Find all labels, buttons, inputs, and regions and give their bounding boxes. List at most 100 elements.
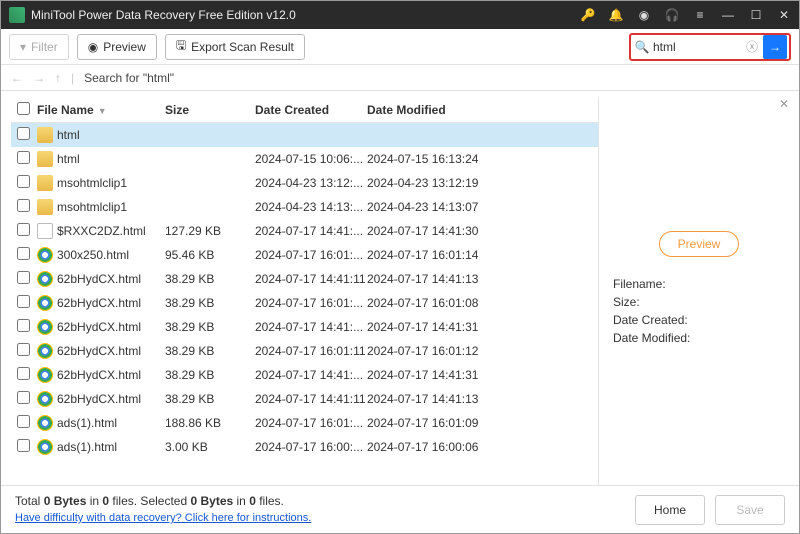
row-size: 38.29 KB <box>165 368 255 382</box>
row-modified: 2024-07-15 16:13:24 <box>367 152 517 166</box>
table-row[interactable]: 62bHydCX.html38.29 KB2024-07-17 16:01:11… <box>11 339 598 363</box>
meta-size: Size: <box>613 293 785 311</box>
row-checkbox[interactable] <box>11 319 35 335</box>
up-icon[interactable]: ↑ <box>55 71 61 85</box>
key-icon[interactable]: 🔑 <box>581 8 595 22</box>
table-row[interactable]: 62bHydCX.html38.29 KB2024-07-17 16:01:..… <box>11 291 598 315</box>
row-created: 2024-04-23 14:13:... <box>255 200 367 214</box>
forward-icon[interactable]: → <box>33 71 45 85</box>
row-checkbox[interactable] <box>11 199 35 215</box>
row-checkbox[interactable] <box>11 127 35 143</box>
row-filename: 300x250.html <box>35 247 165 263</box>
export-button[interactable]: 🖫 Export Scan Result <box>165 34 305 60</box>
table-row[interactable]: 62bHydCX.html38.29 KB2024-07-17 14:41:..… <box>11 363 598 387</box>
row-filename: msohtmlclip1 <box>35 199 165 215</box>
row-checkbox[interactable] <box>11 271 35 287</box>
table-row[interactable]: html 2024-07-15 10:06:...2024-07-15 16:13… <box>11 147 598 171</box>
table-row[interactable]: $RXXC2DZ.html127.29 KB2024-07-17 14:41:.… <box>11 219 598 243</box>
eye-icon: ◉ <box>88 40 98 54</box>
row-checkbox[interactable] <box>11 151 35 167</box>
back-icon[interactable]: ← <box>11 71 23 85</box>
row-size: 188.86 KB <box>165 416 255 430</box>
table-row[interactable]: msohtmlclip12024-04-23 13:12:...2024-04-… <box>11 171 598 195</box>
panel-close-icon[interactable]: ✕ <box>779 97 789 111</box>
row-created: 2024-07-17 14:41:... <box>255 368 367 382</box>
chrome-icon <box>37 439 53 455</box>
row-checkbox[interactable] <box>11 367 35 383</box>
row-filename: html <box>35 127 165 143</box>
table-body[interactable]: html html 2024-07-15 10:06:...2024-07-15 1… <box>11 123 598 485</box>
header-checkbox[interactable] <box>11 102 35 118</box>
row-filename: $RXXC2DZ.html <box>35 223 165 239</box>
row-checkbox[interactable] <box>11 343 35 359</box>
maximize-icon[interactable]: ☐ <box>749 8 763 22</box>
table-row[interactable]: ads(1).html3.00 KB2024-07-17 16:00:...20… <box>11 435 598 459</box>
table-row[interactable]: 62bHydCX.html38.29 KB2024-07-17 14:41:..… <box>11 315 598 339</box>
table-row[interactable]: msohtmlclip12024-04-23 14:13:...2024-04-… <box>11 195 598 219</box>
row-filename: 62bHydCX.html <box>35 367 165 383</box>
row-checkbox[interactable] <box>11 295 35 311</box>
row-modified: 2024-07-17 16:00:06 <box>367 440 517 454</box>
home-button[interactable]: Home <box>635 495 705 525</box>
headphones-icon[interactable]: 🎧 <box>665 8 679 22</box>
chrome-icon <box>37 295 53 311</box>
row-size: 38.29 KB <box>165 320 255 334</box>
row-filename: html <box>35 151 165 167</box>
sort-icon: ▼ <box>98 106 107 116</box>
row-checkbox[interactable] <box>11 247 35 263</box>
row-modified: 2024-07-17 14:41:31 <box>367 320 517 334</box>
row-checkbox[interactable] <box>11 391 35 407</box>
chrome-icon <box>37 391 53 407</box>
minimize-icon[interactable]: — <box>721 8 735 22</box>
save-button[interactable]: Save <box>715 495 785 525</box>
table-row[interactable]: 300x250.html95.46 KB2024-07-17 16:01:...… <box>11 243 598 267</box>
meta-modified: Date Modified: <box>613 329 785 347</box>
folder-icon <box>37 199 53 215</box>
disc-icon[interactable]: ◉ <box>637 8 651 22</box>
export-label: Export Scan Result <box>191 40 294 54</box>
row-modified: 2024-07-17 14:41:30 <box>367 224 517 238</box>
header-modified[interactable]: Date Modified <box>367 103 517 117</box>
row-checkbox[interactable] <box>11 175 35 191</box>
clear-search-icon[interactable]: ⓧ <box>743 38 761 55</box>
row-size: 3.00 KB <box>165 440 255 454</box>
row-filename: 62bHydCX.html <box>35 271 165 287</box>
file-table: File Name▼ Size Date Created Date Modifi… <box>11 97 599 485</box>
header-filename[interactable]: File Name▼ <box>35 103 165 117</box>
row-filename: ads(1).html <box>35 415 165 431</box>
chrome-icon <box>37 271 53 287</box>
search-input[interactable] <box>653 40 743 54</box>
panel-preview-button[interactable]: Preview <box>659 231 740 257</box>
table-row[interactable]: html <box>11 123 598 147</box>
row-modified: 2024-07-17 16:01:09 <box>367 416 517 430</box>
row-filename: 62bHydCX.html <box>35 319 165 335</box>
search-box: 🔍 ⓧ → <box>629 33 791 61</box>
row-modified: 2024-07-17 14:41:31 <box>367 368 517 382</box>
folder-icon <box>37 151 53 167</box>
filter-button[interactable]: ▾ Filter <box>9 34 69 60</box>
row-checkbox[interactable] <box>11 415 35 431</box>
breadcrumb-text: Search for "html" <box>84 71 174 85</box>
header-created[interactable]: Date Created <box>255 103 367 117</box>
row-checkbox[interactable] <box>11 223 35 239</box>
row-checkbox[interactable] <box>11 439 35 455</box>
bell-icon[interactable]: 🔔 <box>609 8 623 22</box>
row-created: 2024-07-15 10:06:... <box>255 152 367 166</box>
table-row[interactable]: 62bHydCX.html38.29 KB2024-07-17 14:41:11… <box>11 387 598 411</box>
header-size[interactable]: Size <box>165 103 255 117</box>
preview-button[interactable]: ◉ Preview <box>77 34 157 60</box>
row-size: 95.46 KB <box>165 248 255 262</box>
row-size: 38.29 KB <box>165 296 255 310</box>
app-logo-icon <box>9 7 25 23</box>
footer: Total 0 Bytes in 0 files. Selected 0 Byt… <box>1 485 799 533</box>
titlebar: MiniTool Power Data Recovery Free Editio… <box>1 1 799 29</box>
search-go-button[interactable]: → <box>763 35 787 59</box>
close-icon[interactable]: ✕ <box>777 8 791 22</box>
row-created: 2024-07-17 16:01:... <box>255 416 367 430</box>
menu-icon[interactable]: ≡ <box>693 8 707 22</box>
table-row[interactable]: ads(1).html188.86 KB2024-07-17 16:01:...… <box>11 411 598 435</box>
preview-panel: ✕ Preview Filename: Size: Date Created: … <box>599 91 799 485</box>
row-created: 2024-07-17 16:01:... <box>255 296 367 310</box>
table-row[interactable]: 62bHydCX.html38.29 KB2024-07-17 14:41:11… <box>11 267 598 291</box>
help-link[interactable]: Have difficulty with data recovery? Clic… <box>15 512 311 524</box>
